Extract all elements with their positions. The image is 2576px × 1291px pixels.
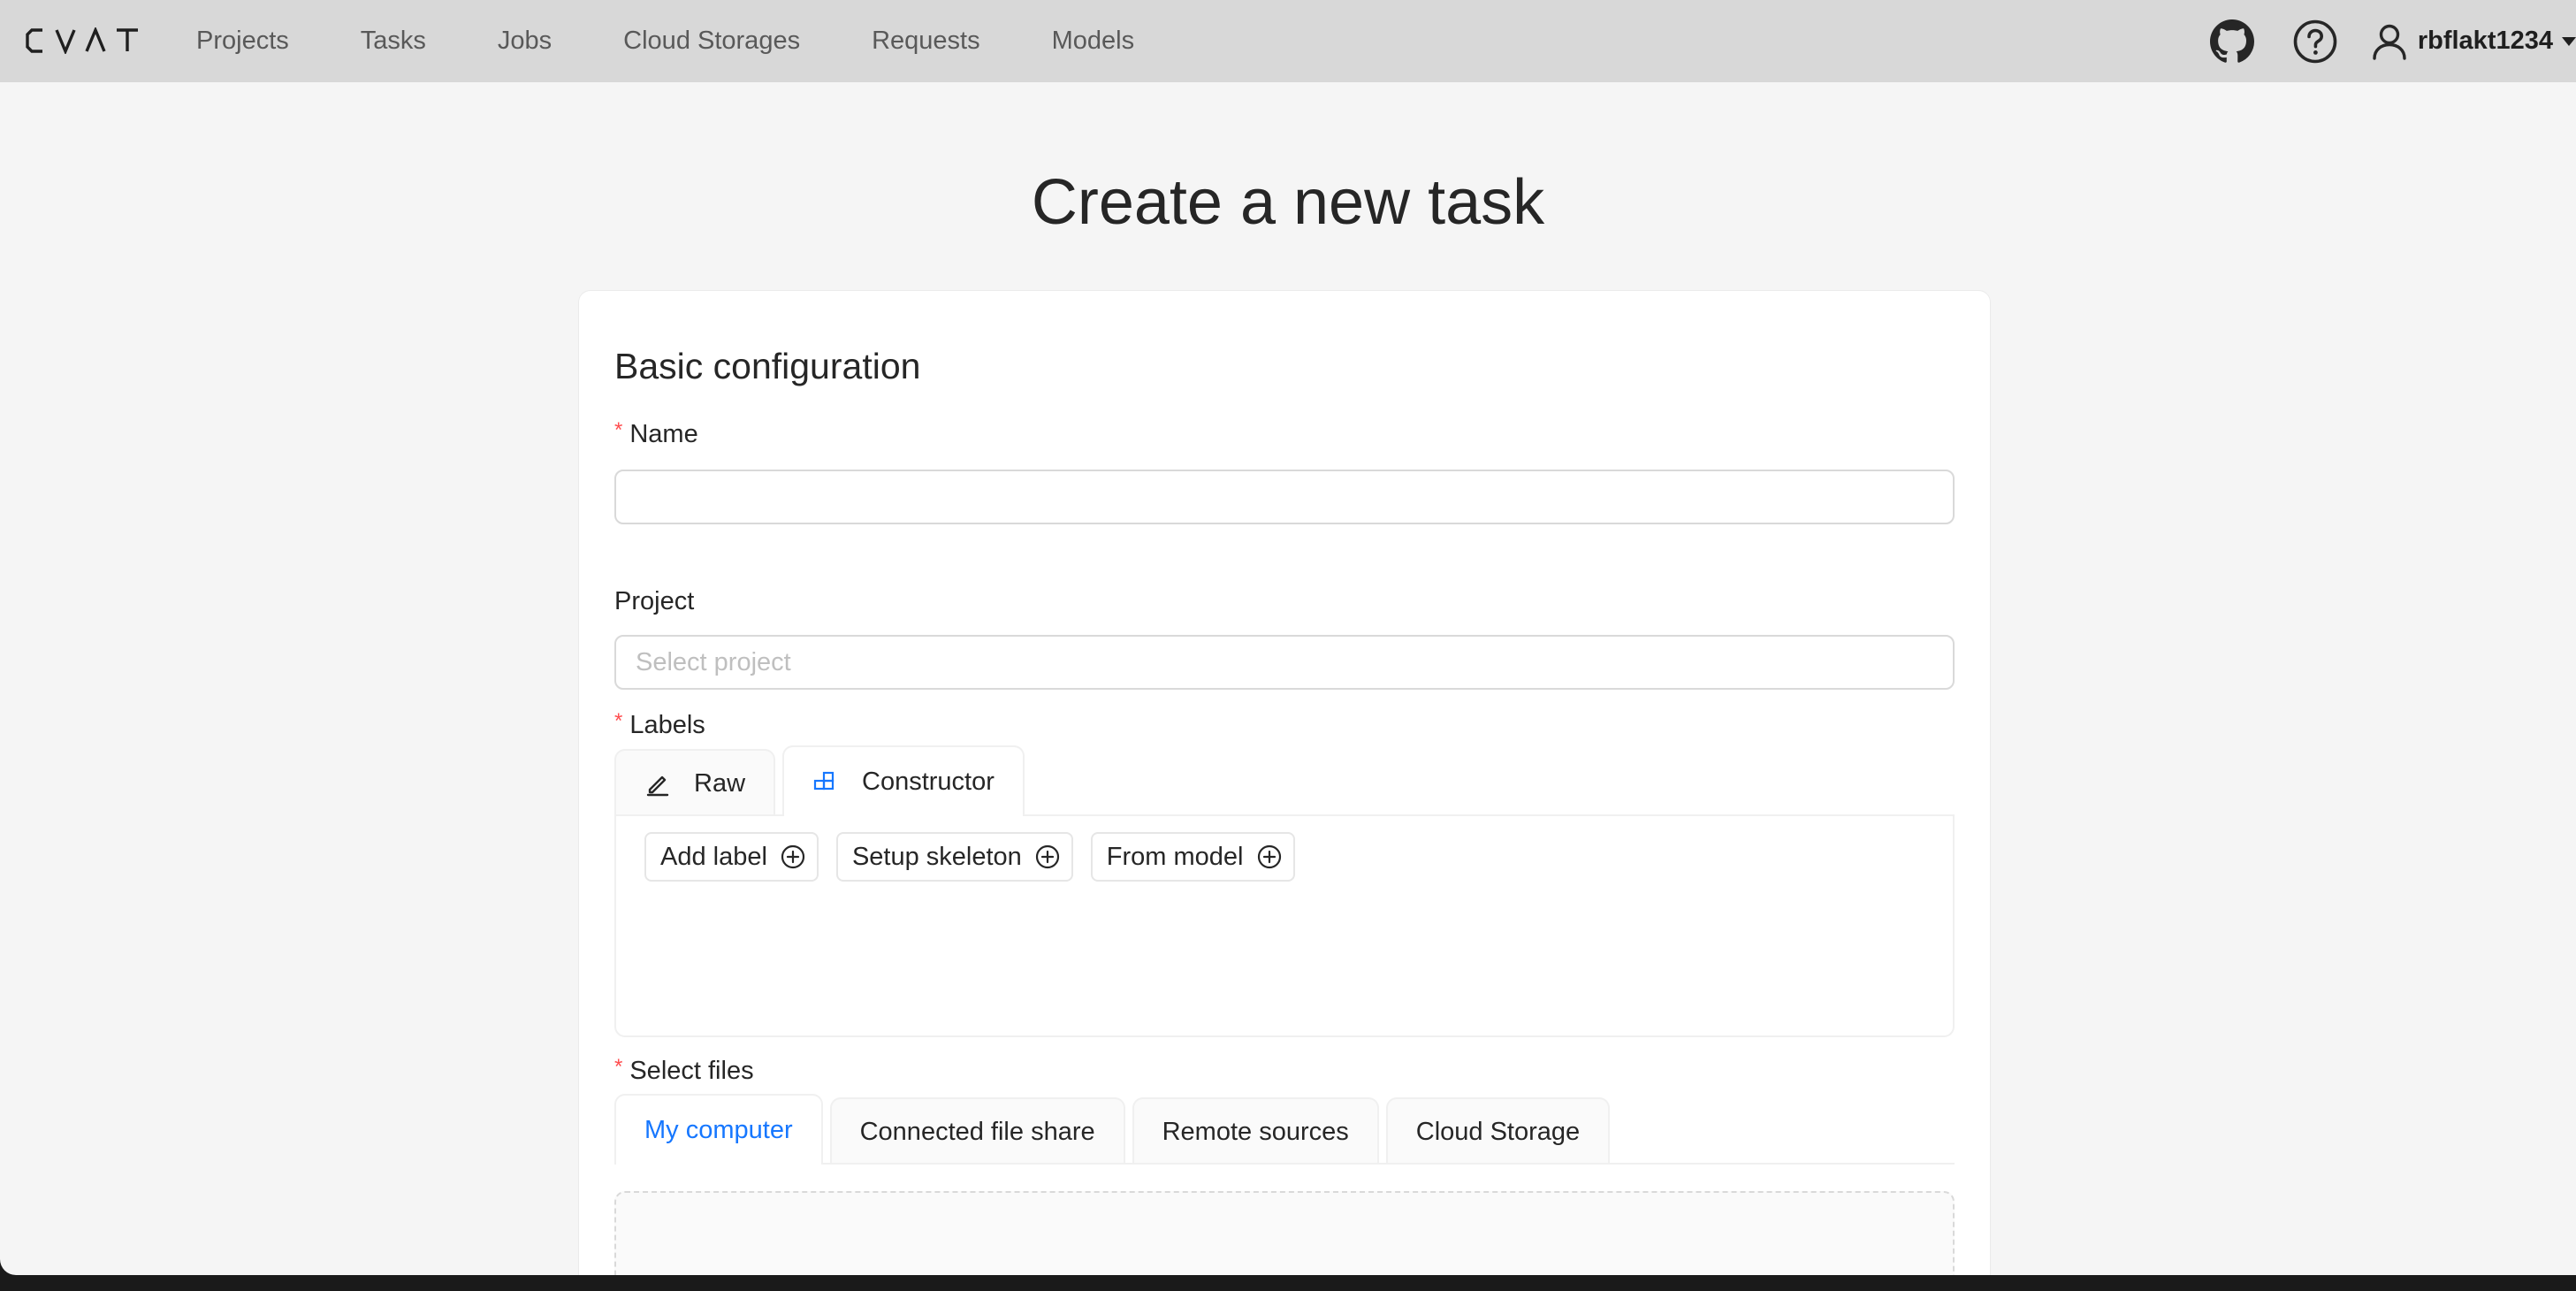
- tab-constructor-label: Constructor: [862, 767, 995, 796]
- tab-raw-label: Raw: [694, 768, 746, 798]
- setup-skeleton-button[interactable]: Setup skeleton: [835, 832, 1073, 882]
- labels-label: * Labels: [614, 709, 705, 740]
- nav-jobs[interactable]: Jobs: [498, 27, 552, 56]
- project-label: Project: [614, 587, 695, 615]
- setup-skeleton-text: Setup skeleton: [851, 842, 1022, 871]
- plus-circle-icon: [1034, 844, 1061, 870]
- name-label-text: Name: [629, 420, 698, 448]
- plus-circle-icon: [780, 844, 806, 870]
- user-menu[interactable]: rbflakt1234: [2372, 23, 2576, 60]
- nav-projects[interactable]: Projects: [196, 27, 289, 56]
- project-select-placeholder: Select project: [636, 647, 791, 676]
- github-icon[interactable]: [2209, 19, 2255, 65]
- select-files-label-text: Select files: [629, 1057, 754, 1085]
- header-actions: rbflakt1234: [2209, 0, 2576, 82]
- from-model-button[interactable]: From model: [1090, 832, 1295, 882]
- build-icon: [812, 770, 839, 793]
- name-input[interactable]: [614, 470, 1955, 524]
- files-tabs: My computer Connected file share Remote …: [614, 1094, 1617, 1165]
- tab-remote-sources[interactable]: Remote sources: [1132, 1097, 1379, 1165]
- plus-circle-icon: [1256, 844, 1283, 870]
- main-nav: Projects Tasks Jobs Cloud Storages Reque…: [196, 0, 1206, 82]
- cvat-logo-mark: [26, 27, 138, 54]
- label-actions: Add label Setup skeleton From model: [644, 832, 1313, 882]
- file-dropzone[interactable]: [614, 1191, 1955, 1275]
- nav-requests[interactable]: Requests: [872, 27, 980, 56]
- tab-connected-file-share[interactable]: Connected file share: [829, 1097, 1125, 1165]
- help-icon[interactable]: [2292, 19, 2338, 65]
- required-mark: *: [614, 1055, 623, 1079]
- labels-label-text: Labels: [629, 711, 705, 739]
- caret-down-icon: [2562, 36, 2576, 46]
- project-select[interactable]: Select project: [614, 635, 1955, 690]
- nav-models[interactable]: Models: [1052, 27, 1135, 56]
- select-files-label: * Select files: [614, 1055, 754, 1086]
- user-icon: [2372, 23, 2407, 60]
- required-mark: *: [614, 418, 623, 442]
- cvat-logo[interactable]: [25, 27, 140, 55]
- create-task-form: Basic configuration * Name Project Select…: [578, 290, 1991, 1275]
- nav-tasks[interactable]: Tasks: [361, 27, 426, 56]
- top-navbar: Projects Tasks Jobs Cloud Storages Reque…: [0, 0, 2576, 82]
- tab-constructor[interactable]: Constructor: [782, 745, 1025, 816]
- edit-icon: [644, 770, 671, 797]
- page-title: Create a new task: [1031, 167, 1545, 238]
- username: rbflakt1234: [2417, 27, 2553, 55]
- add-label-button[interactable]: Add label: [644, 832, 819, 882]
- tab-raw[interactable]: Raw: [614, 749, 776, 816]
- app-window: Projects Tasks Jobs Cloud Storages Reque…: [0, 0, 2576, 1275]
- from-model-text: From model: [1106, 842, 1244, 871]
- section-title: Basic configuration: [614, 346, 921, 386]
- add-label-text: Add label: [660, 842, 767, 871]
- name-label: * Name: [614, 418, 698, 449]
- labels-constructor-panel: Add label Setup skeleton From model: [614, 814, 1955, 1037]
- labels-tabs: Raw Constructor: [614, 745, 1032, 816]
- tab-my-computer[interactable]: My computer: [614, 1094, 823, 1165]
- required-mark: *: [614, 709, 623, 733]
- nav-cloud-storages[interactable]: Cloud Storages: [623, 27, 800, 56]
- tab-cloud-storage[interactable]: Cloud Storage: [1385, 1097, 1611, 1165]
